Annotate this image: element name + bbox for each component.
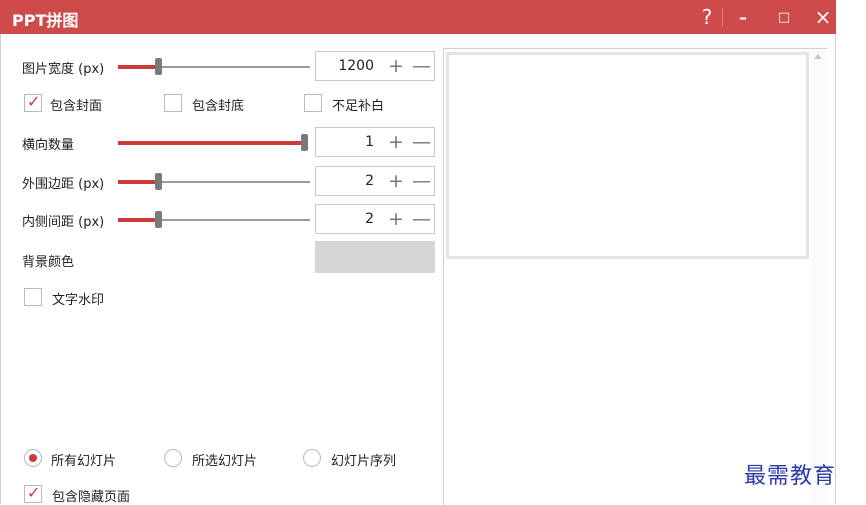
background-color-swatch[interactable] bbox=[315, 241, 435, 273]
width-slider[interactable] bbox=[118, 58, 310, 75]
inner-margin-slider-thumb[interactable] bbox=[155, 211, 162, 228]
outer-margin-stepper[interactable]: 2 + — bbox=[315, 166, 435, 196]
scope-sequence-radio[interactable] bbox=[303, 449, 321, 467]
inner-margin-slider[interactable] bbox=[118, 211, 310, 228]
outer-margin-value[interactable]: 2 bbox=[365, 173, 374, 189]
width-label: 图片宽度 (px) bbox=[22, 62, 105, 77]
outer-margin-slider-fill bbox=[118, 180, 157, 184]
scope-selected-radio[interactable] bbox=[164, 449, 182, 467]
maximize-button[interactable]: □ bbox=[773, 0, 795, 34]
fill-blank-label: 不足补白 bbox=[332, 99, 385, 114]
outer-margin-minus-button[interactable]: — bbox=[412, 171, 431, 191]
radio-selected-dot bbox=[29, 454, 37, 462]
columns-slider-fill bbox=[118, 141, 303, 145]
title-separator bbox=[722, 8, 723, 26]
preview-canvas bbox=[446, 52, 809, 259]
fill-blank-checkbox[interactable] bbox=[304, 94, 322, 112]
include-cover-checkbox[interactable]: ✓ bbox=[24, 92, 42, 112]
include-hidden-checkbox[interactable]: ✓ bbox=[24, 483, 42, 503]
outer-margin-label: 外围边距 (px) bbox=[22, 177, 105, 192]
columns-stepper[interactable]: 1 + — bbox=[315, 127, 435, 157]
width-value[interactable]: 1200 bbox=[338, 58, 374, 74]
inner-margin-label: 内侧间距 (px) bbox=[22, 215, 105, 230]
text-watermark-label: 文字水印 bbox=[52, 293, 105, 308]
columns-value[interactable]: 1 bbox=[365, 134, 374, 150]
inner-margin-minus-button[interactable]: — bbox=[412, 209, 431, 229]
include-hidden-label: 包含隐藏页面 bbox=[52, 490, 131, 505]
width-slider-thumb[interactable] bbox=[155, 58, 162, 75]
minimize-button[interactable]: – bbox=[732, 0, 754, 34]
scope-all-label: 所有幻灯片 bbox=[51, 454, 117, 469]
columns-slider-thumb[interactable] bbox=[301, 134, 308, 151]
outer-margin-slider-thumb[interactable] bbox=[155, 173, 162, 190]
minimize-icon: – bbox=[739, 7, 747, 27]
inner-margin-slider-fill bbox=[118, 218, 157, 222]
columns-minus-button[interactable]: — bbox=[412, 132, 431, 152]
width-plus-button[interactable]: + bbox=[388, 56, 404, 76]
window-border-left bbox=[0, 34, 1, 504]
help-icon: ? bbox=[701, 5, 713, 29]
include-back-label: 包含封底 bbox=[192, 99, 245, 114]
check-icon: ✓ bbox=[27, 483, 41, 502]
close-button[interactable]: × bbox=[812, 0, 834, 34]
include-back-checkbox[interactable] bbox=[164, 94, 182, 112]
columns-slider[interactable] bbox=[118, 134, 308, 151]
preview-scrollbar[interactable] bbox=[811, 50, 825, 504]
window-title: PPT拼图 bbox=[12, 11, 79, 30]
width-minus-button[interactable]: — bbox=[412, 56, 431, 76]
include-cover-label: 包含封面 bbox=[50, 99, 103, 114]
background-color-label: 背景颜色 bbox=[22, 255, 75, 270]
help-button[interactable]: ? bbox=[696, 0, 718, 34]
scope-all-radio[interactable] bbox=[24, 449, 42, 467]
close-icon: × bbox=[814, 5, 832, 29]
inner-margin-value[interactable]: 2 bbox=[365, 211, 374, 227]
text-watermark-checkbox[interactable] bbox=[24, 288, 42, 306]
columns-label: 横向数量 bbox=[22, 138, 75, 153]
maximize-icon: □ bbox=[777, 9, 791, 25]
watermark-logo: 最需教育 bbox=[744, 464, 837, 489]
scroll-up-arrow-icon[interactable] bbox=[814, 54, 822, 59]
scope-sequence-label: 幻灯片序列 bbox=[331, 454, 397, 469]
scope-selected-label: 所选幻灯片 bbox=[192, 454, 258, 469]
title-bar: PPT拼图 ? – □ × bbox=[0, 0, 836, 34]
columns-plus-button[interactable]: + bbox=[388, 132, 404, 152]
inner-margin-plus-button[interactable]: + bbox=[388, 209, 404, 229]
check-icon: ✓ bbox=[27, 92, 41, 111]
width-slider-fill bbox=[118, 65, 157, 69]
outer-margin-plus-button[interactable]: + bbox=[388, 171, 404, 191]
width-stepper[interactable]: 1200 + — bbox=[315, 51, 435, 81]
outer-margin-slider[interactable] bbox=[118, 173, 310, 190]
inner-margin-stepper[interactable]: 2 + — bbox=[315, 204, 435, 234]
window-border-right bbox=[835, 34, 836, 504]
